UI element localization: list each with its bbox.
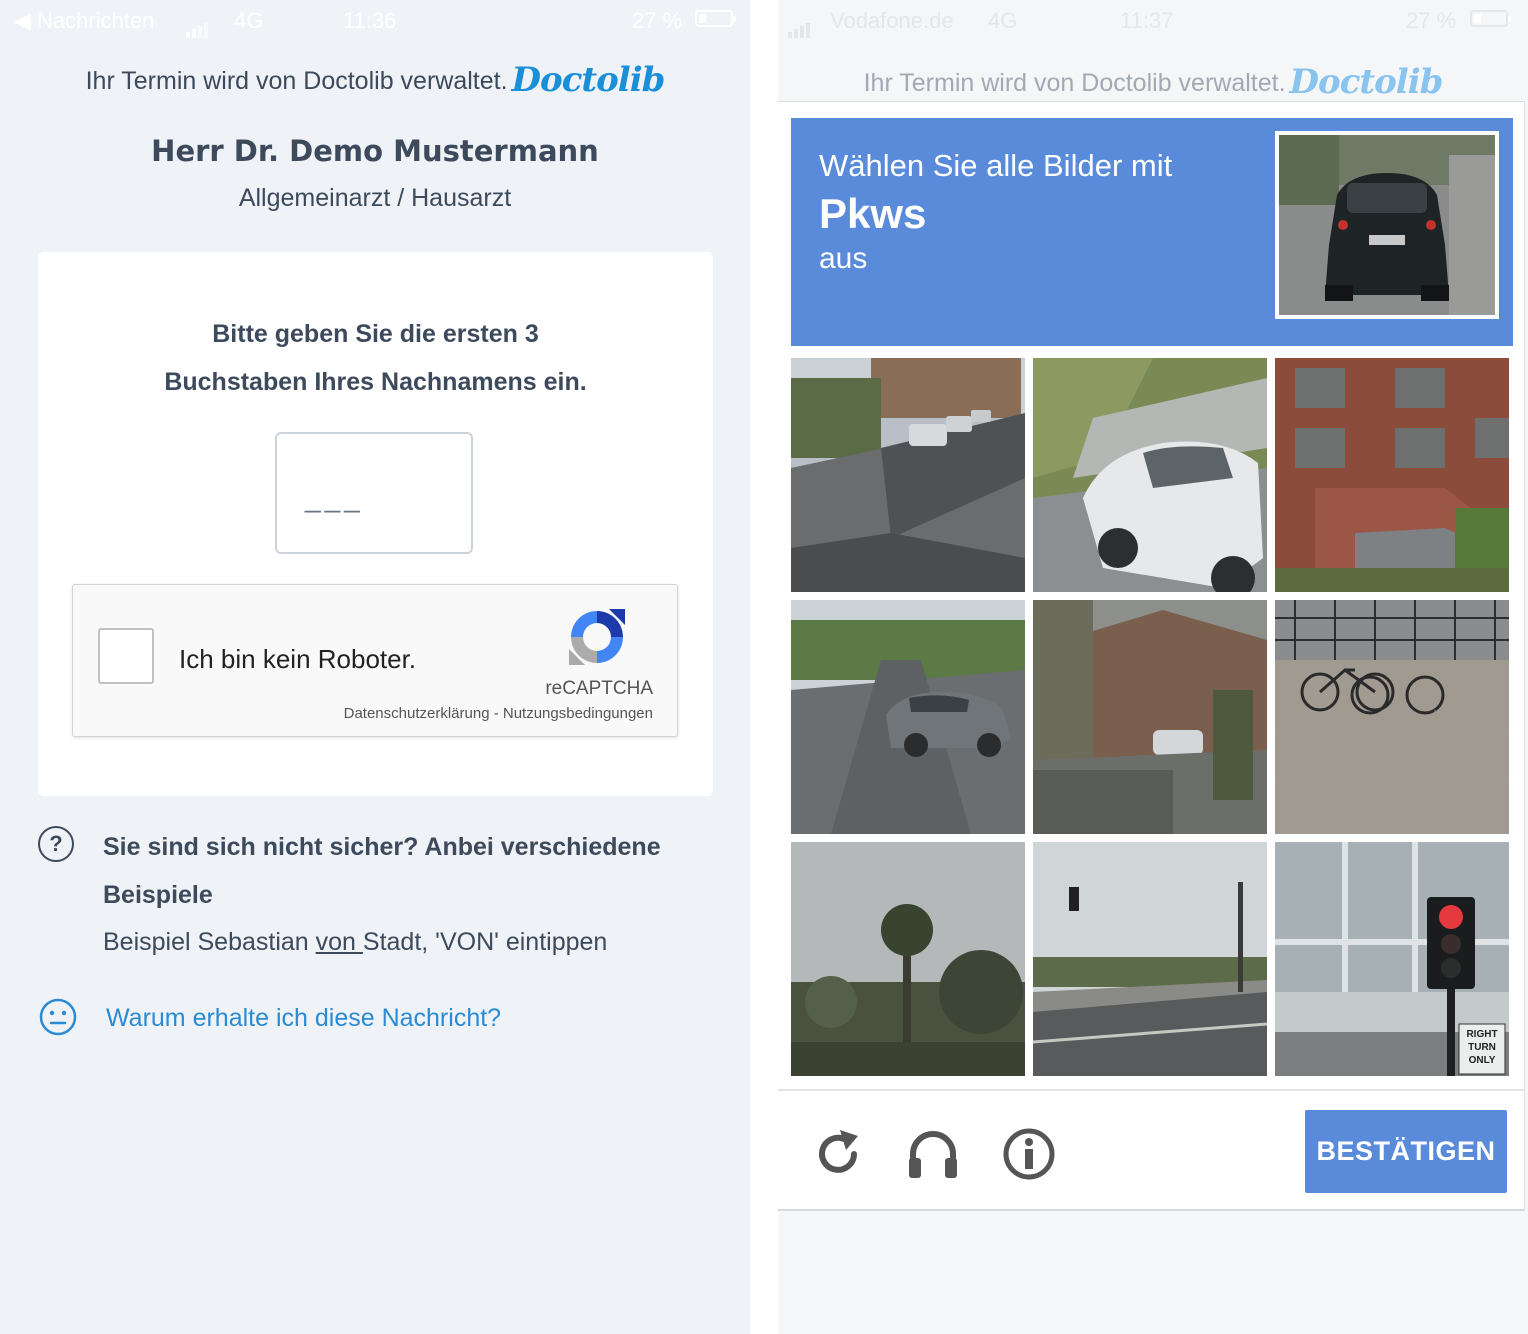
clock: 11:36 <box>343 8 397 33</box>
challenge-tile-1[interactable] <box>791 358 1025 592</box>
doctolib-logo: Doctolib <box>511 60 666 100</box>
sample-car-image <box>1275 131 1499 319</box>
battery-percent-right: 27 % <box>1406 8 1457 33</box>
battery-percent: 27 % <box>632 8 683 33</box>
screenshot-divider <box>750 0 778 1334</box>
example-prefix: Beispiel Sebastian <box>103 928 316 956</box>
reload-icon[interactable] <box>808 1124 868 1184</box>
why-message-link[interactable]: Warum erhalte ich diese Nachricht? <box>106 1004 501 1033</box>
clock-right: 11:37 <box>1120 8 1174 33</box>
doctolib-logo-right: Doctolib <box>1289 62 1444 102</box>
managed-text-right: Ihr Termin wird von Doctolib verwaltet. <box>863 69 1286 97</box>
battery-icon <box>695 10 736 27</box>
help-title: Sie sind sich nicht sicher? Anbei versch… <box>103 833 661 909</box>
recaptcha-image-challenge: Wählen Sie alle Bilder mit Pkws aus RIGH… <box>778 101 1525 1211</box>
signal-icon <box>186 12 210 38</box>
battery-icon-right <box>1470 10 1511 27</box>
managed-text: Ihr Termin wird von Doctolib verwaltet. <box>85 67 508 95</box>
challenge-instruction: Wählen Sie alle Bilder mit <box>819 148 1173 183</box>
help-example: Beispiel Sebastian von Stadt, 'VON' eint… <box>103 928 607 957</box>
network-type-right: 4G <box>988 8 1018 33</box>
recaptcha-legal-links[interactable]: Datenschutzerklärung - Nutzungsbedingung… <box>344 705 653 722</box>
recaptcha-widget: Ich bin kein Roboter. reCAPTCHA Datensch… <box>72 584 678 737</box>
signal-icon-right <box>788 12 812 38</box>
challenge-tile-6[interactable] <box>1275 600 1509 834</box>
status-bar: ◀ Nachrichten 4G 11:36 27 % <box>0 0 750 40</box>
challenge-tile-3[interactable] <box>1275 358 1509 592</box>
challenge-tile-5[interactable] <box>1033 600 1267 834</box>
not-a-robot-checkbox[interactable] <box>98 628 154 684</box>
doctor-name: Herr Dr. Demo Mustermann <box>151 134 599 168</box>
headphones-icon[interactable] <box>903 1124 963 1184</box>
footer-divider <box>778 1089 1525 1091</box>
managed-by-notice-right: Ihr Termin wird von Doctolib verwaltet. D… <box>778 60 1528 102</box>
status-bar-right: Vodafone.de 4G 11:37 27 % <box>778 0 1528 40</box>
challenge-tile-4[interactable] <box>791 600 1025 834</box>
neutral-face-icon <box>39 998 77 1036</box>
recaptcha-brand: reCAPTCHA <box>545 678 653 699</box>
info-icon[interactable] <box>999 1124 1059 1184</box>
right-turn-only-sign: RIGHT TURN ONLY <box>1466 1029 1498 1066</box>
managed-by-notice: Ihr Termin wird von Doctolib verwaltet. D… <box>0 58 750 100</box>
doctor-specialty: Allgemeinarzt / Hausarzt <box>238 184 512 212</box>
challenge-tile-2[interactable] <box>1033 358 1267 592</box>
challenge-header: Wählen Sie alle Bilder mit Pkws aus <box>791 118 1513 346</box>
prompt-line-2: Buchstaben Ihres Nachnamens ein. <box>164 368 587 396</box>
letters-prompt: Bitte geben Sie die ersten 3 Buchstaben … <box>38 310 713 406</box>
name-letters-input[interactable]: ___ <box>275 432 473 554</box>
example-underlined: von <box>315 928 363 956</box>
not-a-robot-label: Ich bin kein Roboter. <box>179 644 417 674</box>
example-suffix: Stadt, 'VON' eintippen <box>362 928 608 956</box>
challenge-instruction-end: aus <box>819 242 868 275</box>
network-type: 4G <box>234 8 264 33</box>
recaptcha-logo-icon <box>569 609 625 665</box>
challenge-tile-9[interactable]: RIGHT TURN ONLY <box>1275 842 1509 1076</box>
question-circle-icon: ? <box>38 826 74 862</box>
challenge-object: Pkws <box>819 190 927 237</box>
letters-placeholder: ___ <box>305 482 364 513</box>
carrier-name: Vodafone.de <box>830 8 954 33</box>
challenge-tile-8[interactable] <box>1033 842 1267 1076</box>
verify-button[interactable]: BESTÄTIGEN <box>1305 1110 1507 1193</box>
challenge-tile-7[interactable] <box>791 842 1025 1076</box>
right-phone-screen: Vodafone.de 4G 11:37 27 % Ihr Termin wir… <box>778 0 1528 1334</box>
prompt-line-1: Bitte geben Sie die ersten 3 <box>212 320 539 348</box>
verification-card: Bitte geben Sie die ersten 3 Buchstaben … <box>38 252 713 796</box>
back-to-app[interactable]: ◀ Nachrichten <box>14 8 154 34</box>
left-phone-screen: ◀ Nachrichten 4G 11:36 27 % Ihr Termin w… <box>0 0 750 1334</box>
